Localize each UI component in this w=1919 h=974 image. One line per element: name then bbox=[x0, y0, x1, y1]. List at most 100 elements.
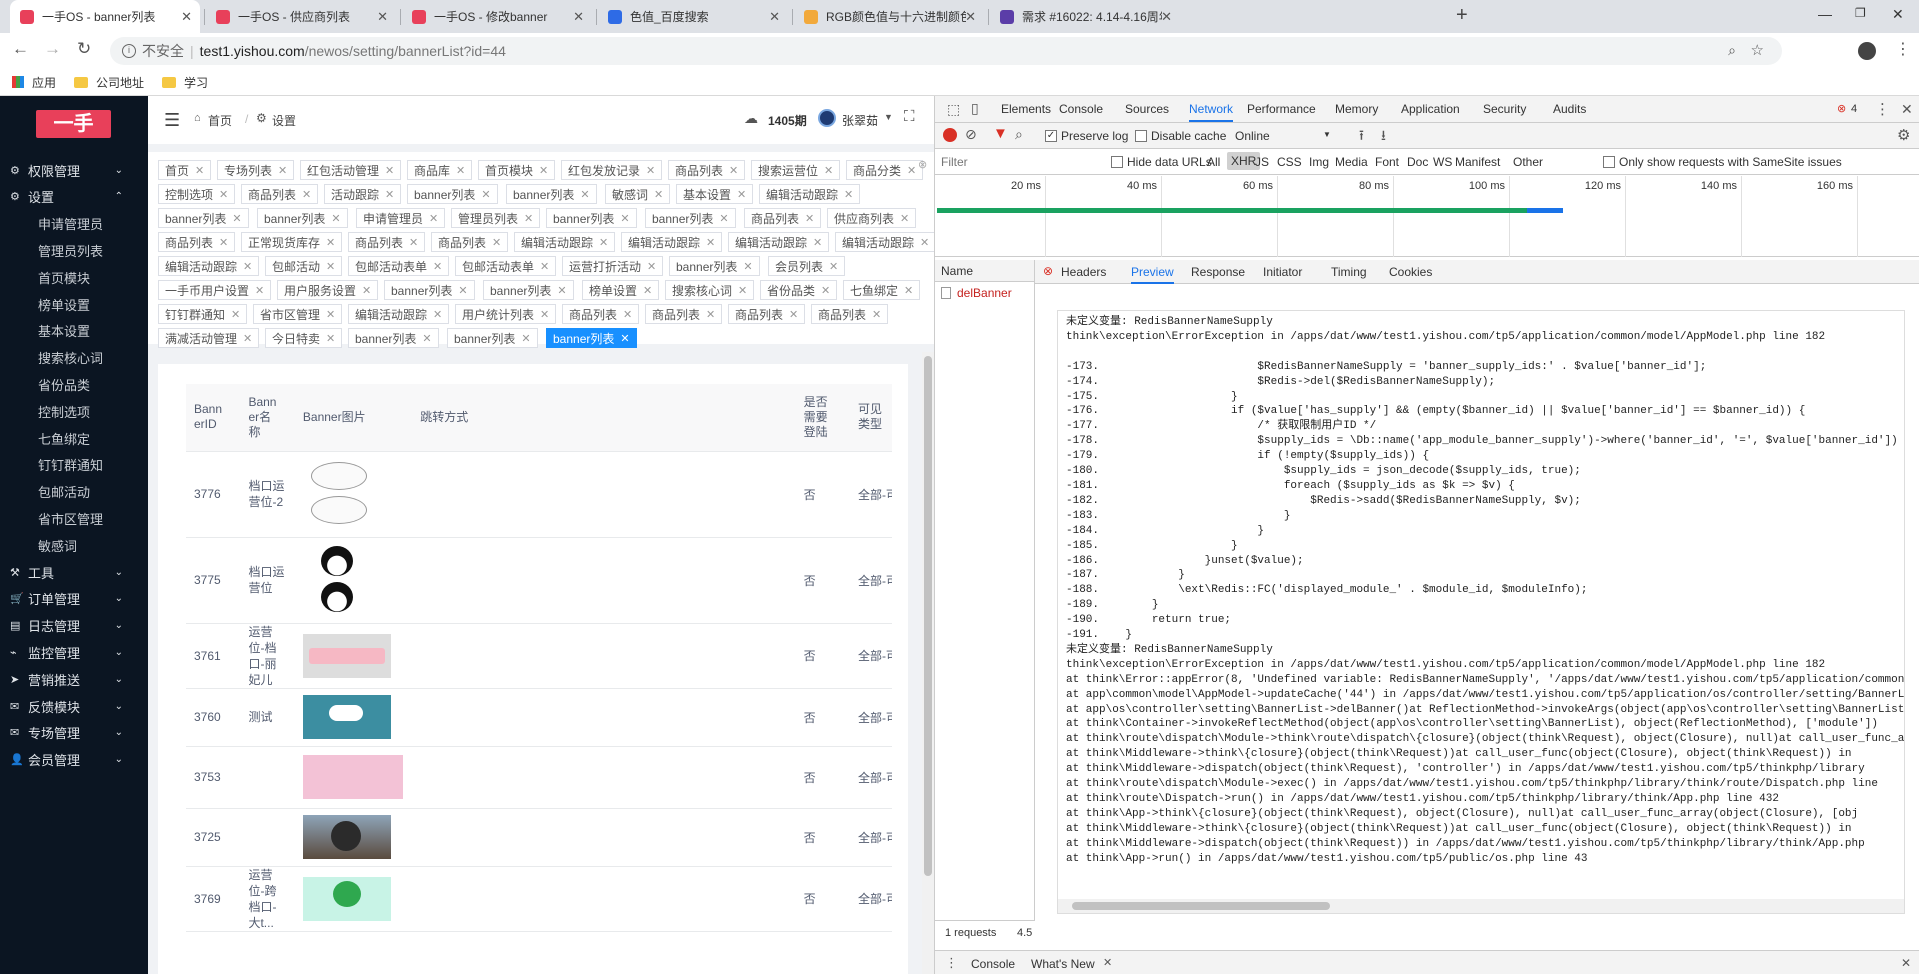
close-icon[interactable]: ✕ bbox=[620, 212, 629, 225]
banner-image[interactable] bbox=[302, 755, 403, 799]
tag-item[interactable]: 活动跟踪 ✕ bbox=[324, 184, 402, 204]
error-count[interactable]: 4 bbox=[1851, 103, 1857, 115]
close-icon[interactable]: ✕ bbox=[647, 260, 656, 273]
type-filter[interactable]: Manifest bbox=[1455, 155, 1500, 169]
detail-tab[interactable]: Cookies bbox=[1389, 260, 1432, 284]
close-icon[interactable]: ✕ bbox=[904, 284, 913, 297]
table-row[interactable]: 3760测试 否全部-可见 bbox=[186, 688, 892, 747]
browser-tab[interactable]: 一手OS - 修改banner ✕ bbox=[402, 0, 592, 33]
close-icon[interactable]: ✕ bbox=[706, 236, 715, 249]
tag-item[interactable]: 榜单设置 ✕ bbox=[582, 280, 660, 300]
preserve-log-label[interactable]: Preserve log bbox=[1061, 129, 1128, 143]
tag-item[interactable]: 包邮活动 ✕ bbox=[265, 256, 343, 276]
close-icon[interactable]: ✕ bbox=[620, 332, 629, 345]
close-icon[interactable]: ✕ bbox=[599, 236, 608, 249]
close-icon[interactable]: ✕ bbox=[385, 164, 394, 177]
close-icon[interactable]: ✕ bbox=[409, 236, 418, 249]
devtools-tab[interactable]: Network bbox=[1189, 96, 1234, 122]
close-icon[interactable]: ✕ bbox=[706, 308, 715, 321]
settings-gear-icon[interactable]: ⚙ bbox=[1897, 126, 1910, 144]
close-icon[interactable]: ✕ bbox=[813, 236, 822, 249]
tag-item[interactable]: 用户服务设置 ✕ bbox=[277, 280, 379, 300]
devtools-tab[interactable]: Memory bbox=[1335, 96, 1378, 122]
throttle-select[interactable]: Online bbox=[1235, 129, 1270, 143]
tag-item[interactable]: banner列表 ✕ bbox=[158, 208, 249, 228]
tag-item[interactable]: 管理员列表 ✕ bbox=[451, 208, 541, 228]
close-icon[interactable]: ✕ bbox=[738, 284, 747, 297]
close-icon[interactable]: ✕ bbox=[429, 212, 438, 225]
hide-data-urls-label[interactable]: Hide data URLs bbox=[1127, 155, 1212, 169]
close-icon[interactable]: ✕ bbox=[743, 260, 752, 273]
bookmark-study[interactable]: 学习 bbox=[162, 74, 208, 91]
breadcrumb-home[interactable]: 首页 bbox=[208, 112, 232, 129]
browser-tab[interactable]: 一手OS - banner列表 ✕ bbox=[10, 0, 200, 33]
bookmark-company[interactable]: 公司地址 bbox=[74, 74, 144, 91]
info-icon[interactable]: i bbox=[122, 44, 136, 58]
tag-item[interactable]: 省份品类 ✕ bbox=[760, 280, 838, 300]
tag-item[interactable]: 商品列表 ✕ bbox=[431, 232, 509, 252]
tag-item[interactable]: banner列表 ✕ bbox=[669, 256, 760, 276]
menu-toggle-icon[interactable]: ☰ bbox=[164, 110, 180, 131]
close-tab-icon[interactable]: ✕ bbox=[377, 9, 388, 25]
close-icon[interactable]: ✕ bbox=[232, 212, 241, 225]
tag-item[interactable]: 红包活动管理 ✕ bbox=[300, 160, 402, 180]
drawer-menu-icon[interactable]: ⋮ bbox=[945, 955, 958, 971]
banner-image[interactable] bbox=[302, 815, 391, 859]
tag-item[interactable]: 商品列表 ✕ bbox=[744, 208, 822, 228]
close-icon[interactable]: ✕ bbox=[900, 212, 909, 225]
tag-item[interactable]: banner列表 ✕ bbox=[546, 208, 637, 228]
devtools-tab[interactable]: Security bbox=[1483, 96, 1526, 122]
preserve-log-checkbox[interactable]: ✓ bbox=[1045, 130, 1057, 142]
tag-item[interactable]: banner列表 ✕ bbox=[447, 328, 538, 348]
restore-icon[interactable]: ❐ bbox=[1855, 6, 1866, 20]
type-filter[interactable]: Font bbox=[1375, 155, 1399, 169]
chevron-down-icon[interactable]: ▼ bbox=[884, 112, 893, 122]
close-icon[interactable]: ✕ bbox=[540, 260, 549, 273]
tag-item[interactable]: 专场列表 ✕ bbox=[217, 160, 295, 180]
devtools-tab[interactable]: Application bbox=[1401, 96, 1460, 122]
devtools-close-icon[interactable]: ✕ bbox=[1901, 101, 1913, 118]
tag-item[interactable]: 商品库 ✕ bbox=[407, 160, 473, 180]
tag-item[interactable]: 首页模块 ✕ bbox=[478, 160, 556, 180]
url-bar[interactable]: i 不安全 | test1.yishou.com /newos/setting/… bbox=[110, 37, 1782, 65]
tag-item[interactable]: 用户统计列表 ✕ bbox=[455, 304, 557, 324]
close-icon[interactable]: ✕ bbox=[456, 164, 465, 177]
drawer-tab-console[interactable]: Console bbox=[971, 957, 1015, 971]
samesite-checkbox[interactable] bbox=[1603, 156, 1615, 168]
new-tab-button[interactable]: + bbox=[1456, 4, 1468, 27]
tag-item[interactable]: 商品列表 ✕ bbox=[348, 232, 426, 252]
close-icon[interactable]: ✕ bbox=[719, 212, 728, 225]
devtools-tab[interactable]: Elements bbox=[1001, 96, 1051, 122]
banner-image[interactable] bbox=[302, 633, 391, 678]
record-icon[interactable] bbox=[943, 128, 957, 142]
tag-item[interactable]: 包邮活动表单 ✕ bbox=[348, 256, 450, 276]
tag-item[interactable]: 钉钉群通知 ✕ bbox=[158, 304, 248, 324]
tag-item[interactable]: 一手币用户设置 ✕ bbox=[158, 280, 272, 300]
tag-item[interactable]: 搜索运营位 ✕ bbox=[751, 160, 841, 180]
tag-item[interactable]: 运营打折活动 ✕ bbox=[562, 256, 664, 276]
disable-cache-checkbox[interactable] bbox=[1135, 130, 1147, 142]
type-filter[interactable]: JS bbox=[1255, 155, 1269, 169]
type-filter[interactable]: CSS bbox=[1277, 155, 1302, 169]
reload-icon[interactable]: ↻ bbox=[77, 39, 91, 59]
close-window-icon[interactable]: ✕ bbox=[1892, 6, 1904, 23]
close-icon[interactable]: ✕ bbox=[458, 284, 467, 297]
drawer-close-icon[interactable]: ✕ bbox=[1901, 956, 1911, 970]
name-column-header[interactable]: Name bbox=[935, 260, 1034, 282]
devtools-tab[interactable]: Performance bbox=[1247, 96, 1316, 122]
tag-item[interactable]: banner列表 ✕ bbox=[546, 328, 637, 348]
tag-item[interactable]: 会员列表 ✕ bbox=[768, 256, 846, 276]
error-icon[interactable]: ⊗ bbox=[1837, 102, 1846, 115]
table-row[interactable]: 3769运营位-跨档口-大t... 否全部-可见 bbox=[186, 866, 892, 932]
close-icon[interactable]: ✕ bbox=[433, 308, 442, 321]
scrollbar-thumb[interactable] bbox=[1072, 902, 1330, 910]
close-icon[interactable]: ✕ bbox=[331, 212, 340, 225]
browser-menu-icon[interactable]: ⋮ bbox=[1895, 39, 1911, 59]
tag-item[interactable]: 商品分类 ✕ bbox=[846, 160, 924, 180]
sidebar-item[interactable]: 👤 会员管理 ⌄ bbox=[0, 744, 148, 776]
tag-item[interactable]: 编辑活动跟踪 ✕ bbox=[514, 232, 616, 252]
tag-item[interactable]: 编辑活动跟踪 ✕ bbox=[759, 184, 861, 204]
tag-item[interactable]: 今日特卖 ✕ bbox=[265, 328, 343, 348]
type-filter[interactable]: Img bbox=[1309, 155, 1329, 169]
tag-item[interactable]: 搜索核心词 ✕ bbox=[665, 280, 755, 300]
